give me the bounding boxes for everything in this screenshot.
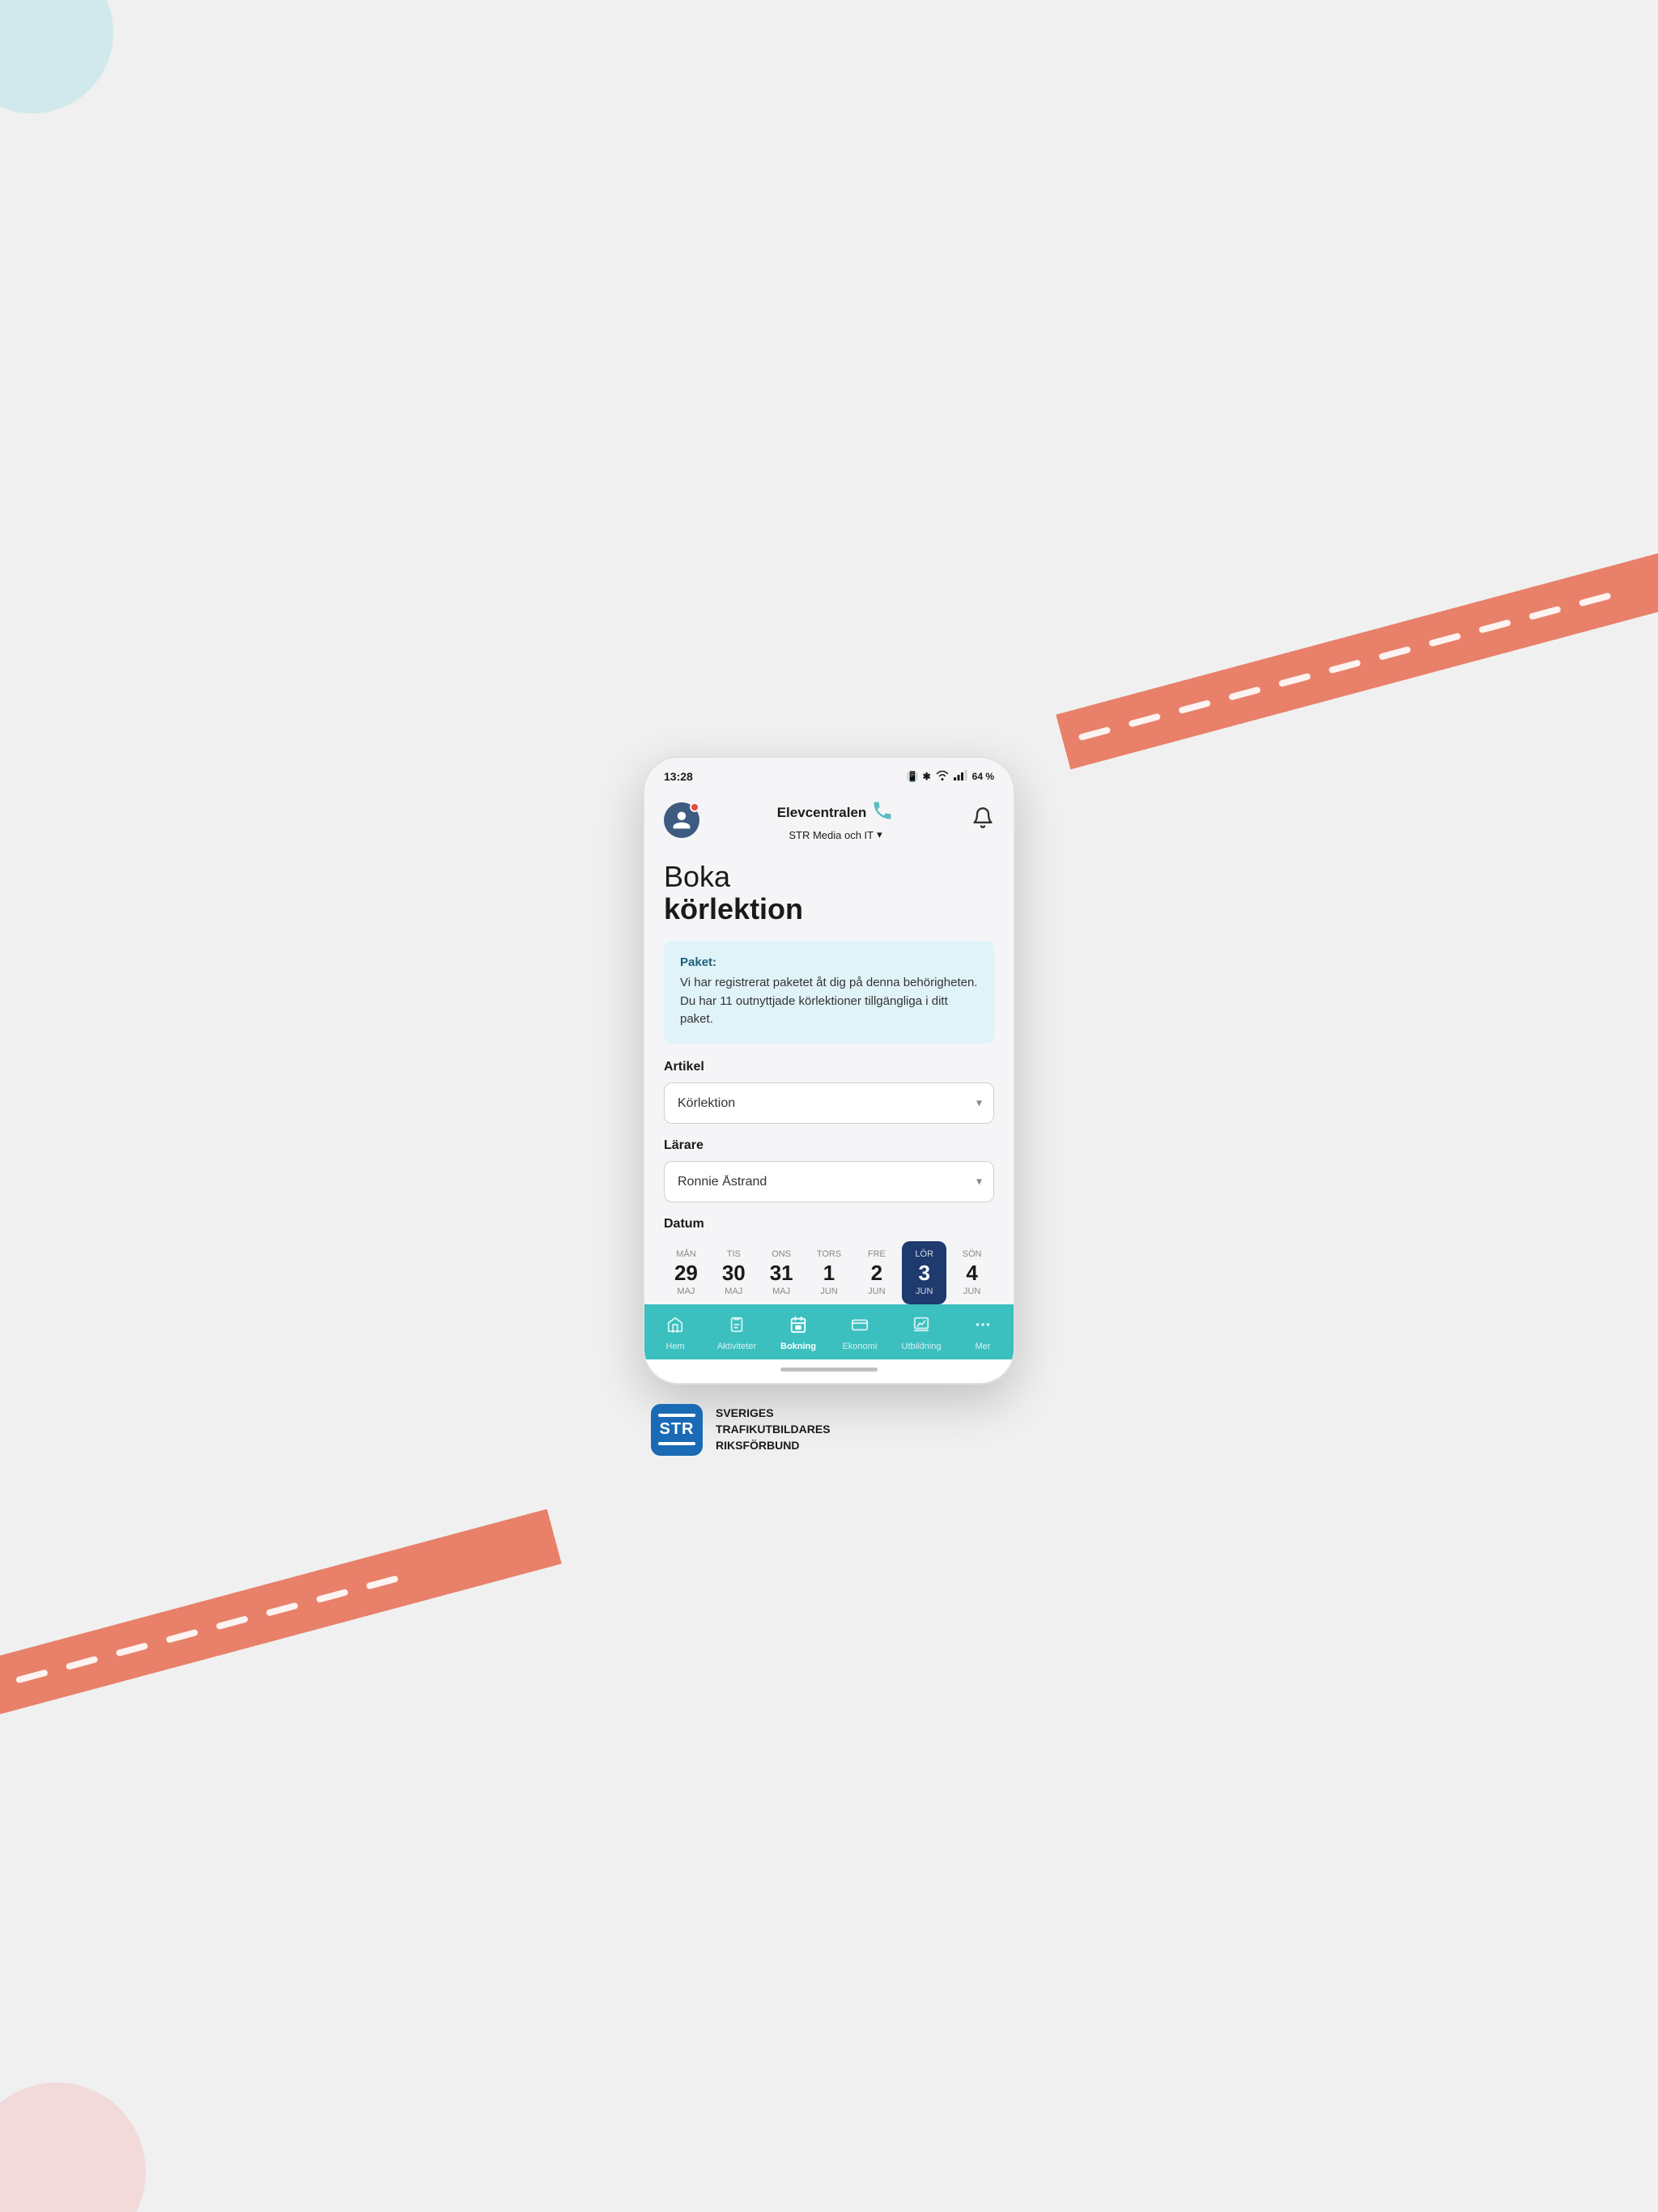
battery-text: 64 % bbox=[972, 771, 994, 782]
signal-icon bbox=[954, 769, 968, 783]
date-day-name: SÖN bbox=[963, 1249, 982, 1259]
nav-icon-bokning bbox=[789, 1316, 807, 1338]
status-time: 13:28 bbox=[664, 770, 693, 783]
str-footer: STR SVERIGES TRAFIKUTBILDARES RIKSFÖRBUN… bbox=[643, 1404, 1015, 1456]
nav-label-utbildning: Utbildning bbox=[902, 1342, 942, 1351]
nav-label-aktiviteter: Aktiviteter bbox=[717, 1342, 756, 1351]
date-month: JUN bbox=[820, 1287, 837, 1296]
road-decoration-top bbox=[1056, 526, 1658, 770]
date-cell-1-jun[interactable]: TORS 1 JUN bbox=[807, 1241, 852, 1304]
header-subtitle[interactable]: STR Media och IT ▾ bbox=[699, 828, 971, 841]
app-header: Elevcentralen STR Media och IT ▾ bbox=[644, 791, 1014, 841]
date-number: 31 bbox=[770, 1262, 793, 1283]
notification-badge bbox=[690, 802, 699, 812]
date-number: 2 bbox=[871, 1262, 882, 1283]
larare-label: Lärare bbox=[664, 1138, 994, 1153]
date-month: MAJ bbox=[725, 1287, 742, 1296]
info-box-text: Vi har registrerat paketet åt dig på den… bbox=[680, 974, 978, 1029]
date-cell-29-maj[interactable]: MÅN 29 MAJ bbox=[664, 1241, 708, 1304]
road-decoration-bottom bbox=[0, 1509, 562, 1753]
nav-icon-mer bbox=[974, 1316, 992, 1338]
status-icons: 📳 ✱ bbox=[907, 769, 994, 783]
artikel-section: Artikel Körlektion ▾ bbox=[664, 1060, 994, 1124]
notification-bell-icon[interactable] bbox=[971, 806, 994, 834]
date-month: JUN bbox=[868, 1287, 885, 1296]
nav-label-bokning: Bokning bbox=[780, 1342, 816, 1351]
date-number: 1 bbox=[823, 1262, 835, 1283]
nav-label-ekonomi: Ekonomi bbox=[843, 1342, 878, 1351]
date-cell-30-maj[interactable]: TIS 30 MAJ bbox=[712, 1241, 756, 1304]
date-cell-4-jun[interactable]: SÖN 4 JUN bbox=[950, 1241, 994, 1304]
phone-icon bbox=[871, 799, 894, 827]
datum-section: Datum MÅN 29 MAJ TIS 30 MAJ ONS 31 MAJ T… bbox=[664, 1217, 994, 1304]
phone-frame: 13:28 📳 ✱ bbox=[643, 756, 1015, 1385]
str-org-name: SVERIGES TRAFIKUTBILDARES RIKSFÖRBUND bbox=[716, 1406, 831, 1453]
nav-item-bokning[interactable]: Bokning bbox=[767, 1316, 829, 1351]
date-cell-31-maj[interactable]: ONS 31 MAJ bbox=[759, 1241, 804, 1304]
bluetooth-icon: ✱ bbox=[923, 771, 931, 782]
larare-select[interactable]: Ronnie Åstrand bbox=[665, 1162, 993, 1202]
date-number: 30 bbox=[722, 1262, 746, 1283]
artikel-label: Artikel bbox=[664, 1060, 994, 1074]
date-day-name: FRE bbox=[868, 1249, 886, 1259]
nav-icon-aktiviteter bbox=[728, 1316, 746, 1338]
bg-decoration-teal bbox=[0, 0, 113, 113]
nav-item-hem[interactable]: Hem bbox=[644, 1316, 706, 1351]
date-number: 3 bbox=[918, 1262, 929, 1283]
larare-section: Lärare Ronnie Åstrand ▾ bbox=[664, 1138, 994, 1202]
date-grid: MÅN 29 MAJ TIS 30 MAJ ONS 31 MAJ TORS 1 … bbox=[664, 1241, 994, 1304]
nav-icon-ekonomi bbox=[851, 1316, 869, 1338]
date-day-name: TIS bbox=[727, 1249, 741, 1259]
wifi-icon bbox=[935, 769, 950, 783]
page-title: Boka körlektion bbox=[664, 861, 994, 925]
nav-item-ekonomi[interactable]: Ekonomi bbox=[829, 1316, 891, 1351]
date-number: 29 bbox=[674, 1262, 698, 1283]
header-center: Elevcentralen STR Media och IT ▾ bbox=[699, 799, 971, 841]
date-cell-3-jun[interactable]: LÖR 3 JUN bbox=[902, 1241, 946, 1304]
chevron-down-icon: ▾ bbox=[877, 828, 882, 841]
nav-icon-utbildning bbox=[912, 1316, 930, 1338]
date-day-name: ONS bbox=[772, 1249, 791, 1259]
nav-label-mer: Mer bbox=[976, 1342, 991, 1351]
date-number: 4 bbox=[966, 1262, 977, 1283]
artikel-select[interactable]: Körlektion bbox=[665, 1083, 993, 1123]
date-month: MAJ bbox=[772, 1287, 790, 1296]
vibrate-icon: 📳 bbox=[907, 771, 919, 782]
date-month: MAJ bbox=[677, 1287, 695, 1296]
status-bar: 13:28 📳 ✱ bbox=[644, 758, 1014, 791]
str-logo: STR bbox=[651, 1404, 703, 1456]
date-month: JUN bbox=[916, 1287, 933, 1296]
date-day-name: LÖR bbox=[915, 1249, 933, 1259]
nav-item-utbildning[interactable]: Utbildning bbox=[891, 1316, 952, 1351]
avatar-container[interactable] bbox=[664, 802, 699, 838]
date-day-name: TORS bbox=[817, 1249, 841, 1259]
home-indicator bbox=[644, 1359, 1014, 1383]
larare-select-wrapper[interactable]: Ronnie Åstrand ▾ bbox=[664, 1161, 994, 1202]
bg-decoration-pink bbox=[0, 2082, 146, 2212]
date-month: JUN bbox=[963, 1287, 980, 1296]
artikel-select-wrapper[interactable]: Körlektion ▾ bbox=[664, 1083, 994, 1124]
date-cell-2-jun[interactable]: FRE 2 JUN bbox=[854, 1241, 899, 1304]
app-title: Elevcentralen bbox=[699, 799, 971, 827]
nav-icon-hem bbox=[666, 1316, 684, 1338]
home-bar bbox=[780, 1368, 878, 1372]
info-box: Paket: Vi har registrerat paketet åt dig… bbox=[664, 941, 994, 1044]
info-box-title: Paket: bbox=[680, 955, 978, 969]
nav-item-mer[interactable]: Mer bbox=[952, 1316, 1014, 1351]
datum-label: Datum bbox=[664, 1217, 994, 1231]
phone-wrapper: 13:28 📳 ✱ bbox=[643, 756, 1015, 1456]
date-day-name: MÅN bbox=[676, 1249, 695, 1259]
nav-label-hem: Hem bbox=[665, 1342, 684, 1351]
nav-item-aktiviteter[interactable]: Aktiviteter bbox=[706, 1316, 767, 1351]
main-content: Boka körlektion Paket: Vi har registrera… bbox=[644, 841, 1014, 1304]
bottom-nav: Hem Aktiviteter Bokning Ekonomi Utbildning Me… bbox=[644, 1304, 1014, 1359]
